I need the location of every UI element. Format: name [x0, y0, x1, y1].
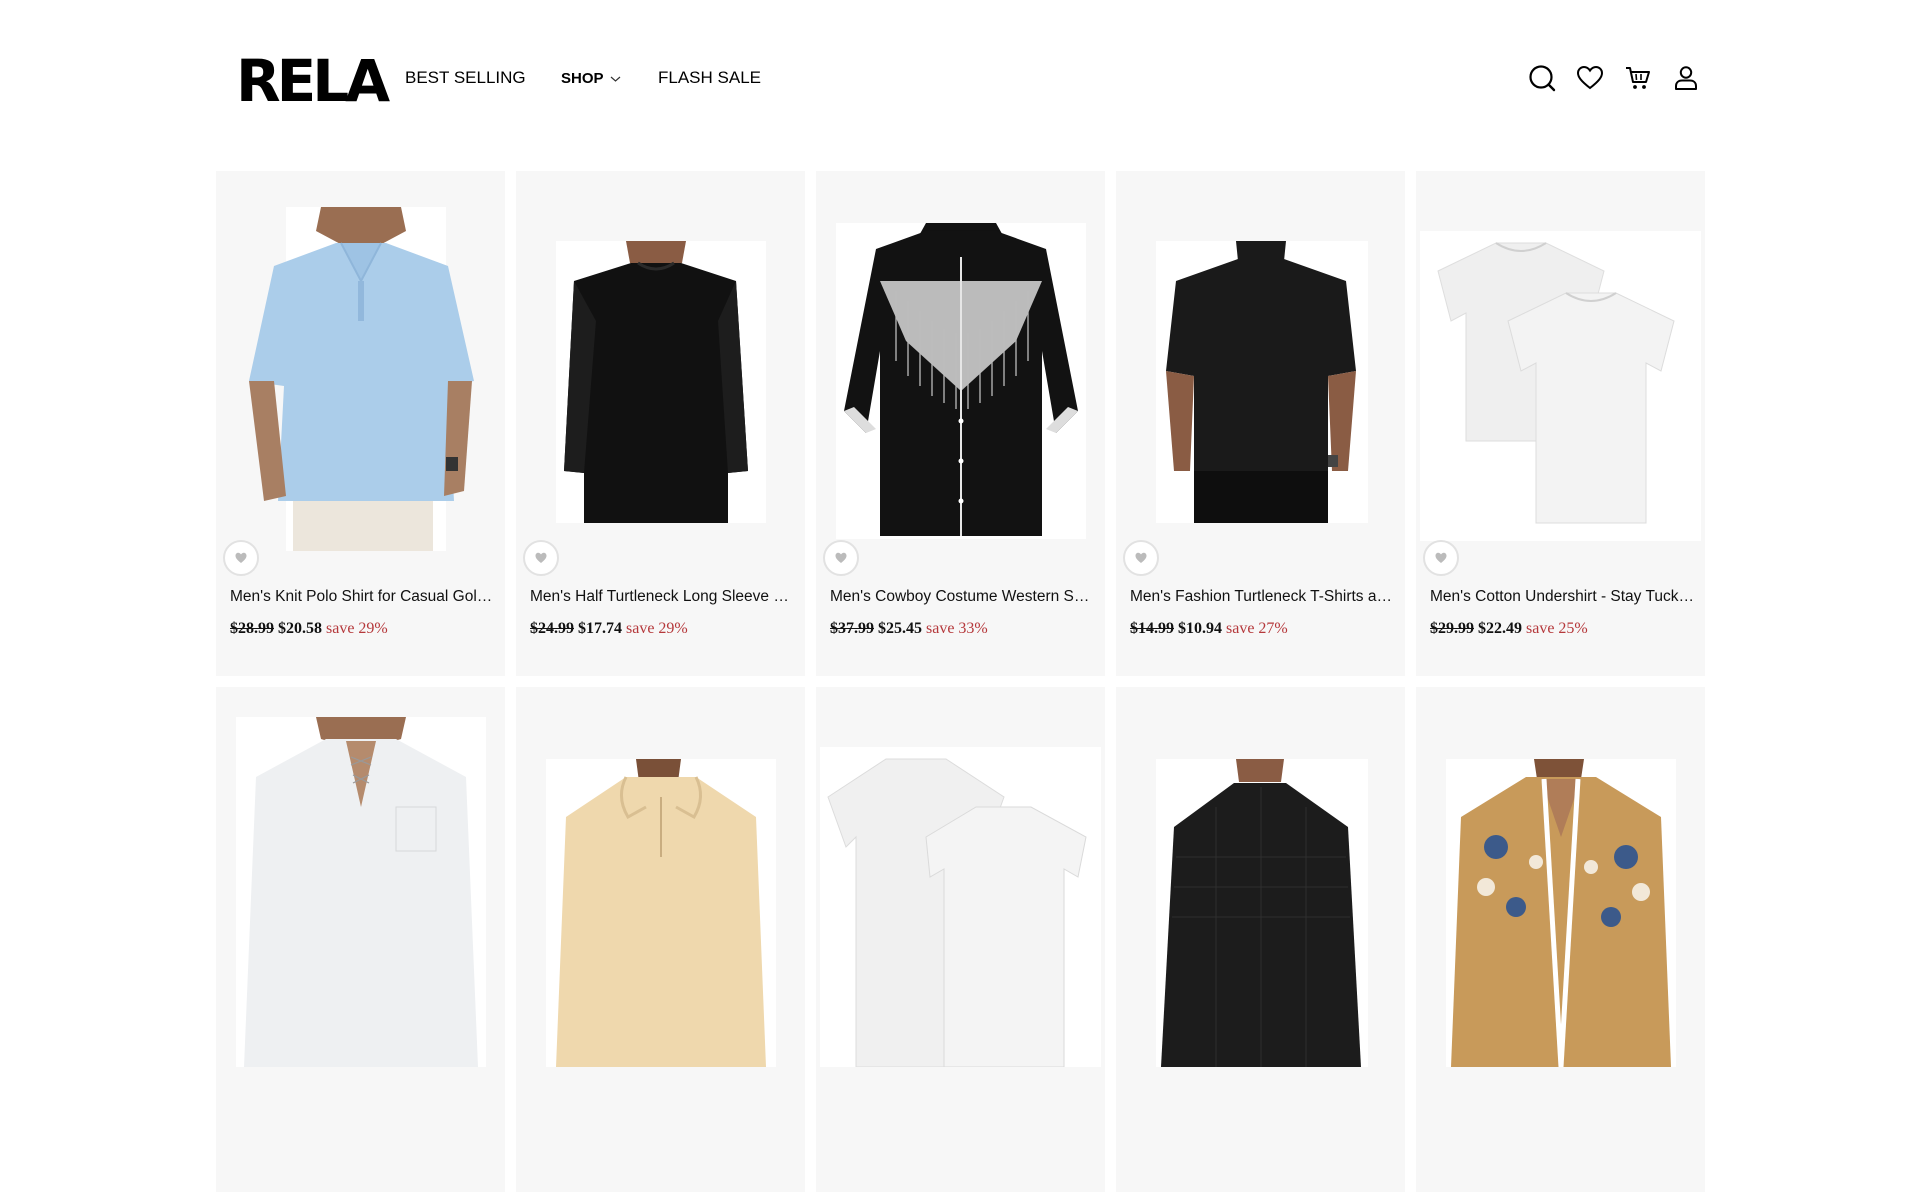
wishlist-button[interactable] — [1423, 540, 1459, 576]
product-image-white-tees[interactable] — [816, 687, 1105, 1067]
sale-price: $10.94 — [1178, 620, 1222, 637]
sale-price: $25.45 — [878, 620, 922, 637]
product-image-beige-hoodie-henley[interactable] — [516, 687, 805, 1067]
product-card[interactable] — [1416, 687, 1705, 1192]
nav-shop-label: SHOP — [561, 70, 604, 87]
product-price: $37.99 $25.45 save 33% — [830, 620, 988, 638]
wishlist-button[interactable] — [523, 540, 559, 576]
product-price: $14.99 $10.94 save 27% — [1130, 620, 1288, 638]
save-badge: save 25% — [1526, 620, 1588, 637]
product-card[interactable]: Men's Cowboy Costume Western Shirt $37.9… — [816, 171, 1105, 676]
heart-icon — [1135, 552, 1147, 563]
search-icon[interactable] — [1528, 64, 1556, 92]
sale-price: $20.58 — [278, 620, 322, 637]
product-title[interactable]: Men's Cotton Undershirt - Stay Tucked Sh… — [1430, 588, 1694, 606]
product-price: $29.99 $22.49 save 25% — [1430, 620, 1588, 638]
product-card[interactable]: Men's Fashion Turtleneck T-Shirts and To… — [1116, 171, 1405, 676]
product-card[interactable] — [1116, 687, 1405, 1192]
save-badge: save 27% — [1226, 620, 1288, 637]
sale-price: $22.49 — [1478, 620, 1522, 637]
heart-icon — [835, 552, 847, 563]
save-badge: save 29% — [326, 620, 388, 637]
heart-icon — [535, 552, 547, 563]
nav-flash-sale[interactable]: FLASH SALE — [658, 66, 761, 90]
site-header: RELA BEST SELLING SHOP FLASH SALE — [0, 0, 1920, 160]
old-price: $14.99 — [1130, 620, 1174, 637]
sale-price: $17.74 — [578, 620, 622, 637]
save-badge: save 33% — [926, 620, 988, 637]
product-card[interactable]: Men's Knit Polo Shirt for Casual Golf Sh… — [216, 171, 505, 676]
product-price: $28.99 $20.58 save 29% — [230, 620, 388, 638]
brand-logo[interactable]: RELA — [236, 52, 390, 110]
product-image-black-turtleneck-tee[interactable] — [1116, 171, 1405, 551]
heart-icon — [235, 552, 247, 563]
product-card[interactable]: Men's Half Turtleneck Long Sleeve Shirts… — [516, 171, 805, 676]
product-image-western-shirt[interactable] — [816, 171, 1105, 551]
product-card[interactable] — [216, 687, 505, 1192]
product-title[interactable]: Men's Half Turtleneck Long Sleeve Shirts — [530, 588, 794, 606]
cart-icon[interactable] — [1624, 64, 1652, 92]
product-card[interactable] — [516, 687, 805, 1192]
product-title[interactable]: Men's Knit Polo Shirt for Casual Golf Sh… — [230, 588, 494, 606]
product-image-light-blue-polo[interactable] — [216, 171, 505, 551]
product-title[interactable]: Men's Cowboy Costume Western Shirt — [830, 588, 1094, 606]
product-card[interactable] — [816, 687, 1105, 1192]
product-image-white-undershirts[interactable] — [1416, 171, 1705, 551]
product-image-paisley-shirt[interactable] — [1416, 687, 1705, 1067]
heart-icon — [1435, 552, 1447, 563]
old-price: $24.99 — [530, 620, 574, 637]
nav-best-selling[interactable]: BEST SELLING — [405, 66, 526, 90]
product-image-white-henley[interactable] — [216, 687, 505, 1067]
old-price: $29.99 — [1430, 620, 1474, 637]
product-price: $24.99 $17.74 save 29% — [530, 620, 688, 638]
nav-shop[interactable]: SHOP — [561, 66, 621, 92]
old-price: $37.99 — [830, 620, 874, 637]
product-image-black-long-sleeve[interactable] — [516, 171, 805, 551]
heart-icon[interactable] — [1576, 64, 1604, 92]
wishlist-button[interactable] — [823, 540, 859, 576]
product-title[interactable]: Men's Fashion Turtleneck T-Shirts and To… — [1130, 588, 1394, 606]
old-price: $28.99 — [230, 620, 274, 637]
wishlist-button[interactable] — [223, 540, 259, 576]
wishlist-button[interactable] — [1123, 540, 1159, 576]
save-badge: save 29% — [626, 620, 688, 637]
product-image-black-knit-turtleneck[interactable] — [1116, 687, 1405, 1067]
chevron-down-icon — [610, 66, 621, 92]
account-icon[interactable] — [1672, 64, 1700, 92]
product-card[interactable]: Men's Cotton Undershirt - Stay Tucked Sh… — [1416, 171, 1705, 676]
